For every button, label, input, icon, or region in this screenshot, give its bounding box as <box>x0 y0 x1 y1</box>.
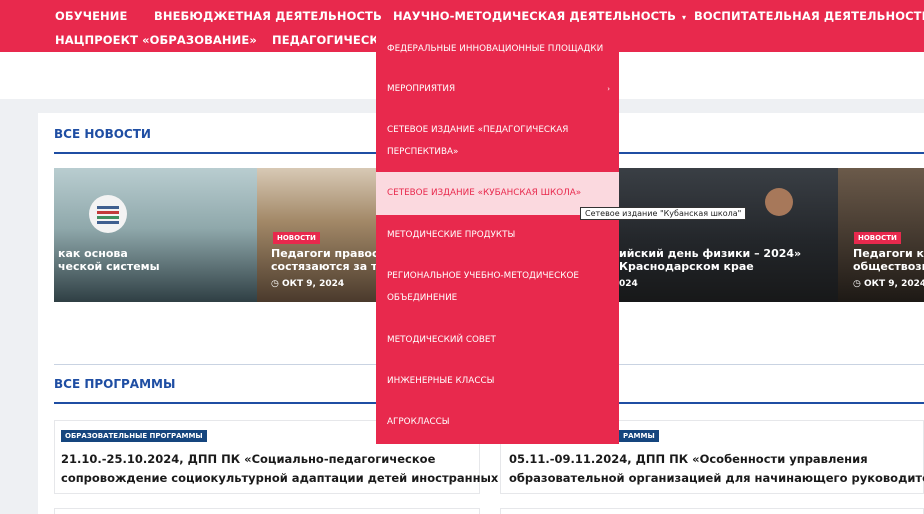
menu-item-label: Сетевое издание «Кубанская школа» <box>387 188 582 198</box>
news-date-text: ОКТ 9, 2024 <box>282 279 345 289</box>
nav-item-pedagogicheskie[interactable]: ПЕДАГОГИЧЕСКИ <box>272 33 389 47</box>
nav-item-vospitatelnaya[interactable]: ВОСПИТАТЕЛЬНАЯ ДЕЯТЕЛЬНОСТЬ <box>694 9 924 23</box>
news-slide[interactable]: ийский день физики – 2024» Краснодарском… <box>619 168 838 302</box>
clock-icon: ◷ <box>271 279 279 289</box>
nav-item-obuchenie[interactable]: ОБУЧЕНИЕ <box>55 9 127 23</box>
menu-item-regionalnoe-umo[interactable]: Региональное учебно-методическое объедине… <box>376 265 619 309</box>
menu-item-label: Сетевое издание «Педагогическая <box>387 125 569 135</box>
menu-item-metodicheskie-produkty[interactable]: Методические продукты <box>376 224 619 246</box>
programs-section-title: ВСЕ ПРОГРАММЫ <box>54 377 176 391</box>
tooltip: Сетевое издание "Кубанская школа" <box>580 207 747 220</box>
menu-item-label: перспектива» <box>387 147 459 157</box>
news-date-text: ОКТ 9, 2024 <box>864 279 924 289</box>
menu-item-federalnye-innovatsionnye[interactable]: Федеральные инновационные площадки <box>376 38 619 60</box>
program-badge: ОБРАЗОВАТЕЛЬНЫЕ ПРОГРАММЫ <box>61 430 207 442</box>
menu-item-label: Методические продукты <box>387 230 516 240</box>
program-title: 05.11.-09.11.2024, ДПП ПК «Особенности у… <box>509 452 868 466</box>
slide-title: ийский день физики – 2024» <box>619 247 802 260</box>
nav-item-nauchno-metodicheskaya[interactable]: НАУЧНО-МЕТОДИЧЕСКАЯ ДЕЯТЕЛЬНОСТЬ ▾ <box>393 9 686 23</box>
person-silhouette <box>765 188 793 216</box>
program-badge: РАММЫ <box>619 430 659 442</box>
chevron-right-icon: › <box>607 85 610 93</box>
program-title: образовательной организацией для начинаю… <box>509 471 924 485</box>
news-date: ◷ ОКТ 9, 2024 <box>271 279 344 289</box>
nav-label: ВОСПИТАТЕЛЬНАЯ ДЕЯТЕЛЬНОСТЬ <box>694 9 924 23</box>
menu-item-metodicheskiy-sovet[interactable]: Методический совет <box>376 329 619 351</box>
nav-label: ОБУЧЕНИЕ <box>55 9 128 23</box>
slide-title: Краснодарском крае <box>619 260 754 273</box>
nav-item-vnebyudzhetnaya[interactable]: ВНЕБЮДЖЕТНАЯ ДЕЯТЕЛЬНОСТЬ <box>154 9 382 23</box>
menu-item-label: Инженерные классы <box>387 376 495 386</box>
nauchno-metodicheskaya-dropdown: Федеральные инновационные площадки Мероп… <box>376 28 619 444</box>
nav-item-natsproekt[interactable]: НАЦПРОЕКТ «ОБРАЗОВАНИЕ» <box>55 33 257 47</box>
menu-item-meropriyatiya[interactable]: Мероприятия › <box>376 78 619 100</box>
slide-title: состязаются за ти <box>271 260 376 273</box>
slide-title: ческой системы <box>58 260 160 273</box>
chevron-down-icon: ▾ <box>682 13 687 22</box>
program-card[interactable] <box>54 508 480 514</box>
news-slide[interactable]: НОВОСТИ Педагоги правос состязаются за т… <box>257 168 376 302</box>
slide-title: как основа <box>58 247 128 260</box>
news-date: ◷ ОКТ 9, 2024 <box>853 279 924 289</box>
nav-label: ВНЕБЮДЖЕТНАЯ ДЕЯТЕЛЬНОСТЬ <box>154 9 382 23</box>
news-slide[interactable]: как основа ческой системы <box>54 168 257 302</box>
news-badge: НОВОСТИ <box>273 232 320 244</box>
program-card[interactable] <box>500 508 924 514</box>
menu-item-agroklassy[interactable]: Агроклассы <box>376 411 619 433</box>
nav-label: НАУЧНО-МЕТОДИЧЕСКАЯ ДЕЯТЕЛЬНОСТЬ <box>393 9 677 23</box>
menu-item-pedagogicheskaya-perspektiva[interactable]: Сетевое издание «Педагогическая перспекти… <box>376 119 619 163</box>
news-badge: НОВОСТИ <box>854 232 901 244</box>
menu-item-label: Региональное учебно-методическое <box>387 271 579 281</box>
program-title: сопровождение социокультурной адаптации … <box>61 471 499 485</box>
menu-item-inzhenernye-klassy[interactable]: Инженерные классы <box>376 370 619 392</box>
clock-icon: ◷ <box>853 279 861 289</box>
slide-title: Педагоги кр <box>853 247 924 260</box>
news-slide[interactable]: НОВОСТИ Педагоги кр обществозн ◷ ОКТ 9, … <box>838 168 924 302</box>
news-section-title: ВСЕ НОВОСТИ <box>54 127 151 141</box>
menu-item-label: Агроклассы <box>387 417 450 427</box>
logo-icon <box>89 195 127 233</box>
slide-title: обществозн <box>853 260 924 273</box>
program-title: 21.10.-25.10.2024, ДПП ПК «Социально-пед… <box>61 452 436 466</box>
menu-item-label: объединение <box>387 293 458 303</box>
menu-item-label: Мероприятия <box>387 84 456 94</box>
nav-label: НАЦПРОЕКТ «ОБРАЗОВАНИЕ» <box>55 33 257 47</box>
menu-item-label: Методический совет <box>387 335 496 345</box>
news-date-text: 024 <box>619 279 638 289</box>
slide-title: Педагоги правос <box>271 247 376 260</box>
nav-label: ПЕДАГОГИЧЕСКИ <box>272 33 389 47</box>
menu-item-label: Федеральные инновационные площадки <box>387 44 604 54</box>
